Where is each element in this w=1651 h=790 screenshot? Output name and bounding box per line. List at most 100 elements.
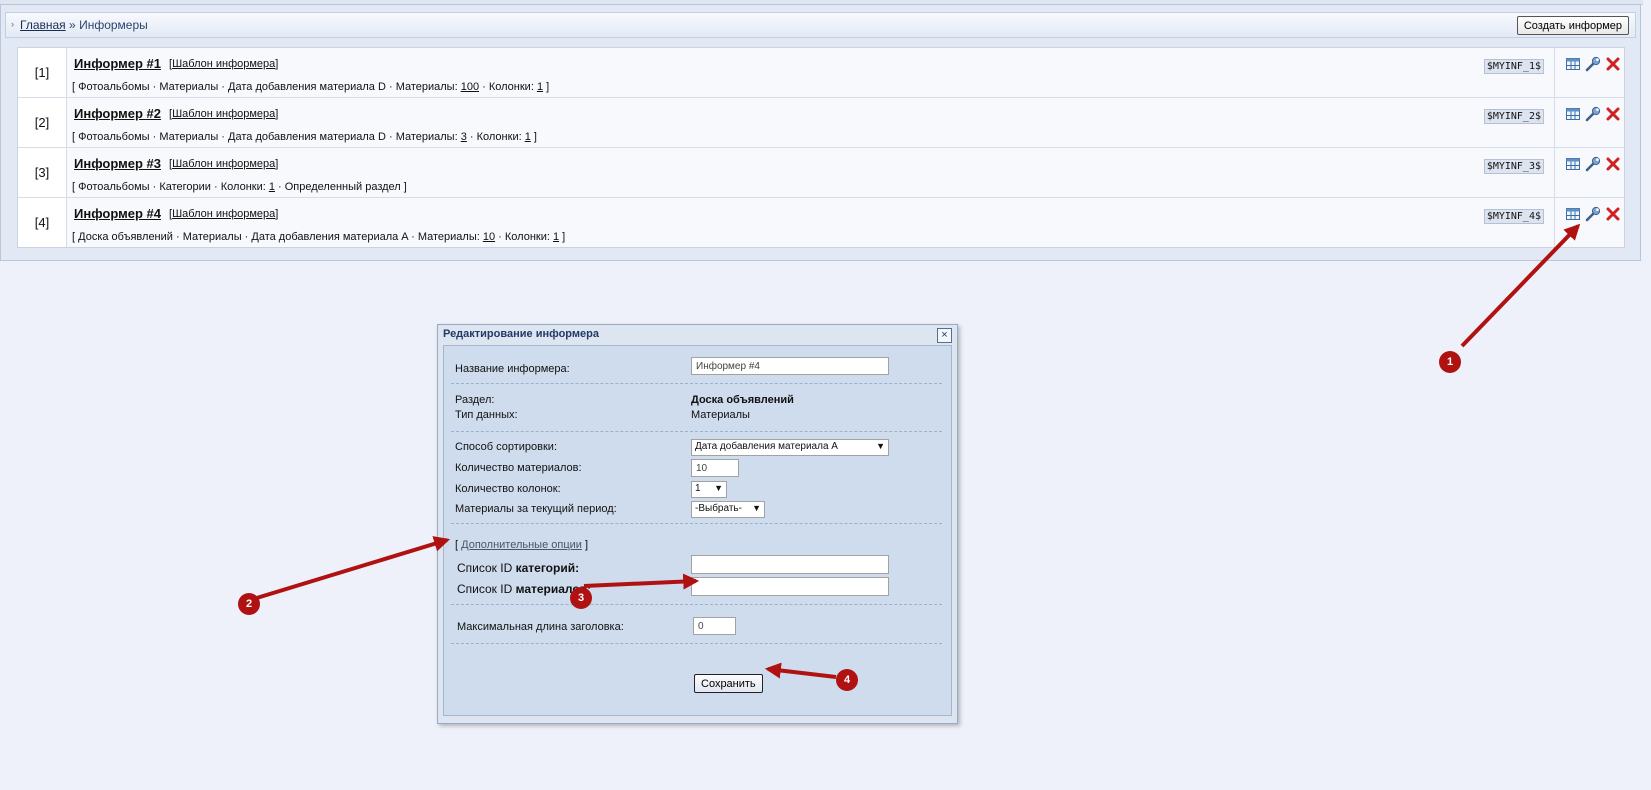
delete-icon[interactable] (1605, 106, 1621, 122)
columns-count-link[interactable]: 1 (537, 81, 543, 93)
informer-title-link[interactable]: Информер #2 (74, 106, 161, 121)
divider (451, 643, 942, 644)
informer-code[interactable]: $MYINF_1$ (1483, 59, 1544, 74)
annotation-badge-3: 3 (570, 587, 592, 609)
informer-title-link[interactable]: Информер #1 (74, 56, 161, 71)
table-icon[interactable] (1565, 106, 1581, 122)
section-value: Доска объявлений (691, 394, 794, 406)
row-actions (1554, 148, 1624, 197)
template-link[interactable]: Шаблон информера (172, 108, 275, 120)
materials-count-link[interactable]: 100 (461, 81, 479, 93)
informer-code[interactable]: $MYINF_3$ (1483, 159, 1544, 174)
materials-count-link[interactable]: 10 (483, 231, 495, 243)
chevron-down-icon: ▼ (714, 483, 723, 493)
divider (451, 383, 942, 384)
chevron-down-icon: ▼ (876, 441, 885, 451)
wrench-icon[interactable] (1585, 156, 1601, 172)
category-ids-label: Список ID категорий: (457, 561, 580, 575)
advanced-toggle: [ Дополнительные опции ] (455, 539, 589, 551)
template-link[interactable]: Шаблон информера (172, 58, 275, 70)
columns-count-link[interactable]: 1 (269, 181, 275, 193)
row-number: [1] (18, 48, 67, 97)
informer-details: [ Фотоальбомы · Материалы · Дата добавле… (72, 131, 537, 143)
divider (451, 431, 942, 432)
sort-label: Способ сортировки: (455, 441, 558, 453)
informers-table: [1] Информер #1 [Шаблон информера] [ Фот… (17, 47, 1625, 248)
breadcrumb-home-link[interactable]: Главная (20, 18, 66, 32)
annotation-badge-2: 2 (238, 593, 260, 615)
row-number: [2] (18, 98, 67, 147)
edit-informer-dialog: Редактирование информера × Название инфо… (437, 324, 958, 724)
table-row: [2] Информер #2 [Шаблон информера] [ Фот… (18, 98, 1624, 148)
row-main: Информер #1 [Шаблон информера] [ Фотоаль… (67, 48, 1554, 97)
informer-code[interactable]: $MYINF_4$ (1483, 209, 1544, 224)
row-actions (1554, 48, 1624, 97)
informer-title-link[interactable]: Информер #4 (74, 206, 161, 221)
columns-count-link[interactable]: 1 (553, 231, 559, 243)
template-link-wrap: [Шаблон информера] (169, 58, 279, 70)
period-label: Материалы за текущий период: (455, 503, 617, 515)
template-link-wrap: [Шаблон информера] (169, 108, 279, 120)
informer-details: [ Доска объявлений · Материалы · Дата до… (72, 231, 566, 243)
material-ids-input[interactable] (691, 577, 889, 596)
maxlen-input[interactable] (693, 617, 736, 635)
name-label: Название информера: (455, 363, 570, 375)
divider (451, 523, 942, 524)
divider (451, 604, 942, 605)
row-number: [4] (18, 198, 67, 247)
arrow-2 (249, 536, 451, 602)
wrench-icon[interactable] (1585, 106, 1601, 122)
save-button[interactable]: Сохранить (694, 674, 763, 693)
template-link[interactable]: Шаблон информера (172, 208, 275, 220)
row-actions (1554, 98, 1624, 147)
period-select[interactable]: -Выбрать- ▼ (691, 501, 765, 518)
breadcrumb: Главная » Информеры (20, 18, 148, 32)
informers-panel: › Главная » Информеры Создать информер [… (0, 4, 1641, 261)
delete-icon[interactable] (1605, 206, 1621, 222)
datatype-value: Материалы (691, 409, 750, 421)
count-label: Количество материалов: (455, 462, 582, 474)
wrench-icon[interactable] (1585, 206, 1601, 222)
breadcrumb-current: Информеры (79, 18, 148, 32)
informer-details: [ Фотоальбомы · Категории · Колонки: 1 ·… (72, 181, 407, 193)
table-icon[interactable] (1565, 206, 1581, 222)
sort-select[interactable]: Дата добавления материала A ▼ (691, 439, 889, 456)
create-informer-button[interactable]: Создать информер (1516, 16, 1629, 35)
annotation-badge-4: 4 (836, 669, 858, 691)
table-icon[interactable] (1565, 156, 1581, 172)
wrench-icon[interactable] (1585, 56, 1601, 72)
columns-count-link[interactable]: 1 (525, 131, 531, 143)
row-number: [3] (18, 148, 67, 197)
delete-icon[interactable] (1605, 156, 1621, 172)
breadcrumb-bar: › Главная » Информеры Создать информер (5, 12, 1636, 38)
datatype-label: Тип данных: (455, 409, 518, 421)
count-input[interactable] (691, 459, 739, 477)
materials-count-link[interactable]: 3 (461, 131, 467, 143)
row-actions (1554, 198, 1624, 247)
breadcrumb-separator: » (69, 18, 76, 32)
informer-details: [ Фотоальбомы · Материалы · Дата добавле… (72, 81, 550, 93)
delete-icon[interactable] (1605, 56, 1621, 72)
table-row: [1] Информер #1 [Шаблон информера] [ Фот… (18, 48, 1624, 98)
informer-code[interactable]: $MYINF_2$ (1483, 109, 1544, 124)
template-link-wrap: [Шаблон информера] (169, 158, 279, 170)
advanced-options-link[interactable]: Дополнительные опции (461, 539, 582, 551)
table-row: [4] Информер #4 [Шаблон информера] [ Дос… (18, 198, 1624, 247)
category-ids-input[interactable] (691, 555, 889, 574)
section-label: Раздел: (455, 394, 495, 406)
name-input[interactable] (691, 357, 889, 375)
row-main: Информер #2 [Шаблон информера] [ Фотоаль… (67, 98, 1554, 147)
row-main: Информер #4 [Шаблон информера] [ Доска о… (67, 198, 1554, 247)
template-link-wrap: [Шаблон информера] (169, 208, 279, 220)
table-icon[interactable] (1565, 56, 1581, 72)
columns-label: Количество колонок: (455, 483, 561, 495)
informer-title-link[interactable]: Информер #3 (74, 156, 161, 171)
breadcrumb-arrow-icon: › (11, 19, 14, 29)
dialog-body: Название информера: Раздел: Доска объявл… (443, 345, 952, 716)
annotation-badge-1: 1 (1439, 351, 1461, 373)
columns-select[interactable]: 1 ▼ (691, 481, 727, 498)
dialog-title: Редактирование информера (443, 328, 599, 340)
close-icon[interactable]: × (937, 328, 952, 343)
chevron-down-icon: ▼ (752, 503, 761, 513)
template-link[interactable]: Шаблон информера (172, 158, 275, 170)
